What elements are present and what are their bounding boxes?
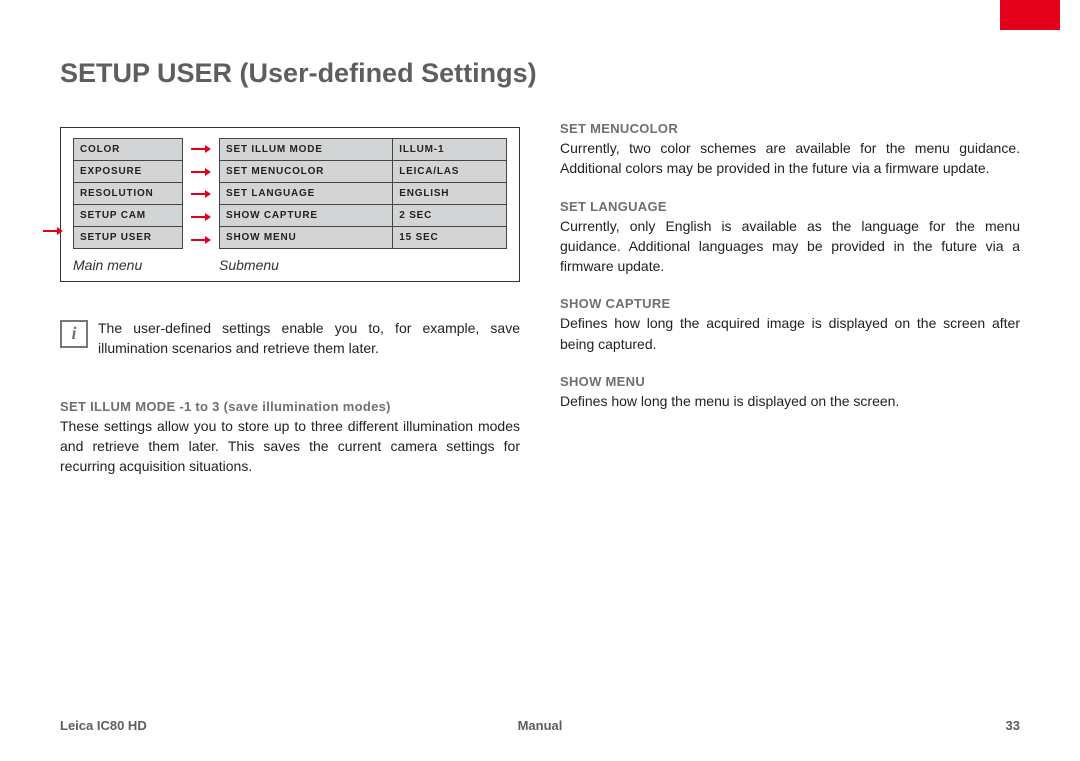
submenu-caption: Submenu xyxy=(219,257,279,273)
arrow-right-icon xyxy=(183,138,219,161)
menu-diagram: COLOR EXPOSURE RESOLUTION SETUP CAM SETU… xyxy=(60,127,520,282)
section-body: These settings allow you to store up to … xyxy=(60,416,520,477)
footer-product: Leica IC80 HD xyxy=(60,718,147,733)
left-column: COLOR EXPOSURE RESOLUTION SETUP CAM SETU… xyxy=(60,121,520,496)
submenu-label: SET MENUCOLOR xyxy=(220,161,393,183)
main-menu-item: EXPOSURE xyxy=(74,161,183,183)
arrow-right-icon xyxy=(183,206,219,229)
submenu-label: SET ILLUM MODE xyxy=(220,139,393,161)
main-menu-item: RESOLUTION xyxy=(74,183,183,205)
page-title: SETUP USER (User-defined Settings) xyxy=(60,58,1020,89)
section-heading: SET ILLUM MODE -1 to 3 (save illuminatio… xyxy=(60,399,520,414)
section-body: Defines how long the menu is displayed o… xyxy=(560,391,1020,411)
info-text: The user-defined settings enable you to,… xyxy=(98,318,520,359)
arrow-right-icon xyxy=(183,228,219,251)
submenu-label: SHOW CAPTURE xyxy=(220,205,393,227)
submenu-label: SHOW MENU xyxy=(220,227,393,249)
section-body: Currently, two color schemes are availab… xyxy=(560,138,1020,179)
submenu-value: ILLUM-1 xyxy=(393,139,507,161)
corner-tab xyxy=(1000,0,1060,30)
right-column: SET MENUCOLOR Currently, two color schem… xyxy=(560,121,1020,496)
submenu-arrows xyxy=(183,138,219,251)
main-menu-item: SETUP USER xyxy=(74,227,183,249)
section-heading: SHOW CAPTURE xyxy=(560,296,1020,311)
submenu-value: ENGLISH xyxy=(393,183,507,205)
cursor-arrow-icon xyxy=(43,223,63,241)
main-menu-caption: Main menu xyxy=(73,257,219,273)
main-menu-table: COLOR EXPOSURE RESOLUTION SETUP CAM SETU… xyxy=(73,138,183,249)
footer: Leica IC80 HD Manual 33 xyxy=(60,718,1020,733)
footer-doctype: Manual xyxy=(518,718,563,733)
submenu-value: 2 SEC xyxy=(393,205,507,227)
footer-page-number: 33 xyxy=(1006,718,1020,733)
arrow-right-icon xyxy=(183,161,219,184)
section-heading: SET MENUCOLOR xyxy=(560,121,1020,136)
main-menu-item: SETUP CAM xyxy=(74,205,183,227)
info-icon: i xyxy=(60,320,88,348)
submenu-table: SET ILLUM MODE ILLUM-1 SET MENUCOLOR LEI… xyxy=(219,138,507,249)
main-menu-item: COLOR xyxy=(74,139,183,161)
submenu-value: 15 SEC xyxy=(393,227,507,249)
section-heading: SHOW MENU xyxy=(560,374,1020,389)
section-body: Currently, only English is available as … xyxy=(560,216,1020,277)
page-content: SETUP USER (User-defined Settings) COLOR… xyxy=(0,0,1080,496)
submenu-value: LEICA/LAS xyxy=(393,161,507,183)
arrow-right-icon xyxy=(183,183,219,206)
submenu-label: SET LANGUAGE xyxy=(220,183,393,205)
section-body: Defines how long the acquired image is d… xyxy=(560,313,1020,354)
section-heading: SET LANGUAGE xyxy=(560,199,1020,214)
